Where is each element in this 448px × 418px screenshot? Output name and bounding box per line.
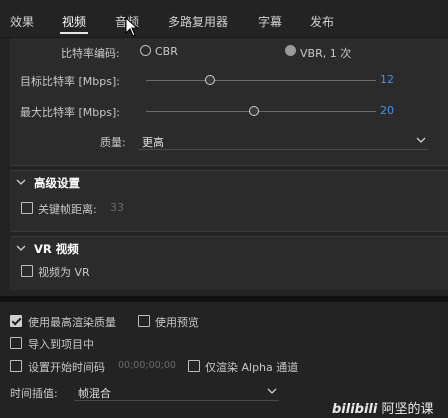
video-is-vr-label: 视频为 VR bbox=[38, 266, 90, 279]
mouse-cursor-icon bbox=[125, 17, 139, 37]
vr-video-title[interactable]: VR 视频 bbox=[34, 241, 79, 257]
max-bitrate-value[interactable]: 20 bbox=[380, 104, 394, 117]
target-bitrate-value[interactable]: 12 bbox=[380, 73, 394, 86]
use-preview-checkbox[interactable] bbox=[138, 315, 150, 327]
max-render-quality-checkbox[interactable] bbox=[10, 315, 22, 327]
import-to-project-checkbox[interactable] bbox=[10, 337, 22, 349]
tab-video[interactable]: 视频 bbox=[62, 13, 86, 30]
target-bitrate-slider-handle[interactable] bbox=[205, 75, 216, 85]
bitrate-settings-panel: 比特率编码: CBR VBR, 1 次 目标比特率 [Mbps]: 12 最大比… bbox=[10, 38, 448, 166]
bilibili-logo: bilibili bbox=[332, 402, 378, 417]
watermark-text: 阿坚的课 bbox=[381, 402, 434, 417]
quality-value: 更高 bbox=[142, 136, 164, 149]
alpha-only-label: 仅渲染 Alpha 通道 bbox=[205, 361, 299, 374]
chevron-down-icon bbox=[416, 137, 426, 143]
active-tab-indicator bbox=[60, 32, 88, 34]
cbr-radio[interactable] bbox=[140, 45, 151, 56]
chevron-down-icon[interactable] bbox=[16, 243, 26, 253]
start-timecode-value[interactable]: 00;00;00;00 bbox=[118, 360, 176, 371]
tab-multiplexer[interactable]: 多路复用器 bbox=[168, 13, 228, 30]
keyframe-distance-checkbox[interactable] bbox=[21, 202, 33, 214]
tab-captions[interactable]: 字幕 bbox=[258, 13, 282, 30]
vbr-radio[interactable] bbox=[285, 45, 296, 56]
time-interpolation-label: 时间插值: bbox=[10, 387, 58, 400]
alpha-only-checkbox[interactable] bbox=[188, 360, 200, 372]
max-bitrate-slider-handle[interactable] bbox=[249, 106, 260, 116]
max-bitrate-slider[interactable] bbox=[146, 111, 376, 112]
bitrate-encoding-label: 比特率编码: bbox=[61, 47, 120, 60]
target-bitrate-label: 目标比特率 [Mbps]: bbox=[20, 75, 120, 88]
cbr-label: CBR bbox=[155, 45, 178, 58]
bilibili-watermark: bilibili 阿坚的课 bbox=[332, 398, 434, 417]
use-preview-label: 使用预览 bbox=[155, 316, 199, 329]
advanced-settings-section: 高级设置 关键帧距离: 33 bbox=[10, 170, 448, 232]
chevron-down-icon[interactable] bbox=[16, 177, 26, 187]
time-interpolation-dropdown[interactable]: 帧混合 bbox=[74, 383, 279, 401]
vr-video-section: VR 视频 视频为 VR bbox=[10, 236, 448, 290]
advanced-settings-title[interactable]: 高级设置 bbox=[34, 175, 80, 191]
chevron-down-icon bbox=[267, 388, 277, 394]
time-interpolation-value: 帧混合 bbox=[78, 387, 111, 400]
start-timecode-label: 设置开始时间码 bbox=[28, 361, 105, 374]
import-to-project-label: 导入到项目中 bbox=[28, 338, 94, 351]
quality-label: 质量: bbox=[100, 136, 126, 149]
keyframe-distance-label: 关键帧距离: bbox=[38, 203, 97, 216]
keyframe-distance-value[interactable]: 33 bbox=[110, 201, 124, 214]
video-is-vr-checkbox[interactable] bbox=[21, 265, 33, 277]
tab-bar: 效果 视频 音频 多路复用器 字幕 发布 bbox=[0, 0, 448, 38]
quality-dropdown[interactable]: 更高 bbox=[138, 132, 428, 150]
target-bitrate-slider[interactable] bbox=[146, 80, 376, 81]
tab-publish[interactable]: 发布 bbox=[310, 13, 334, 30]
max-render-quality-label: 使用最高渲染质量 bbox=[28, 316, 116, 329]
max-bitrate-label: 最大比特率 [Mbps]: bbox=[20, 106, 120, 119]
tab-effects[interactable]: 效果 bbox=[10, 13, 34, 30]
start-timecode-checkbox[interactable] bbox=[10, 360, 22, 372]
vbr-label: VBR, 1 次 bbox=[300, 47, 352, 60]
